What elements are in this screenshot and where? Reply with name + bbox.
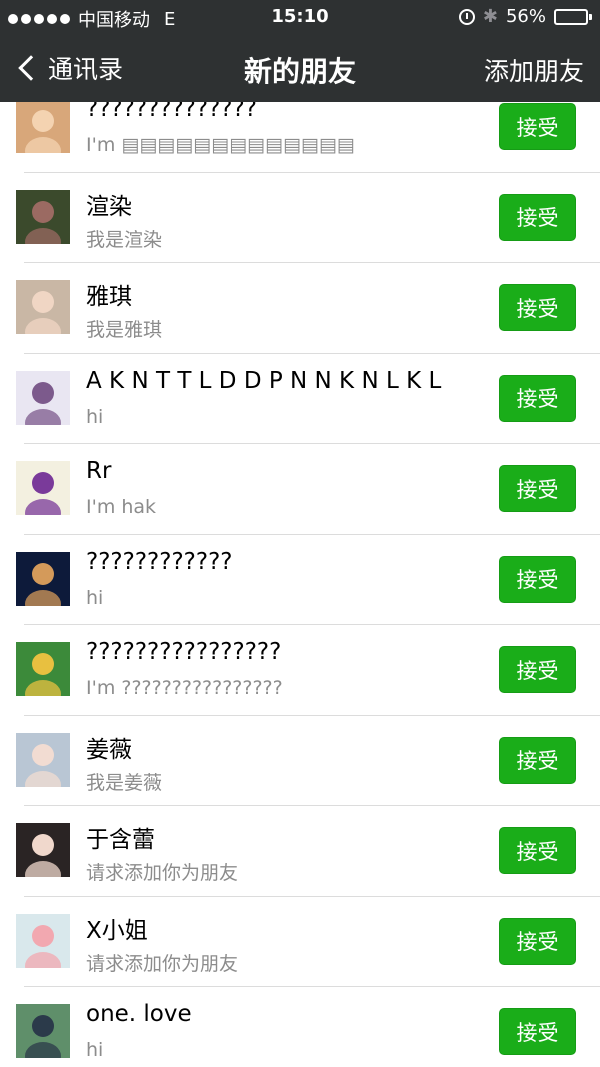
avatar[interactable] bbox=[16, 823, 70, 877]
friend-name: 渲染 bbox=[86, 193, 132, 220]
friend-name: Rr bbox=[86, 458, 112, 484]
request-message: I'm ???????????????? bbox=[86, 677, 283, 699]
friend-request-row[interactable]: X小姐请求添加你为朋友 接受 bbox=[0, 897, 600, 988]
nav-bar: 通讯录 新的朋友 添加朋友 bbox=[0, 34, 600, 102]
avatar[interactable] bbox=[16, 461, 70, 515]
avatar[interactable] bbox=[16, 913, 70, 968]
friend-request-row[interactable]: 于含蕾请求添加你为朋友 接受 bbox=[0, 806, 600, 897]
request-message: 我是雅琪 bbox=[86, 319, 163, 341]
request-message: I'm ▤▤▤▤▤▤▤▤▤▤▤▤▤ bbox=[86, 134, 355, 156]
request-message: hi bbox=[86, 1039, 104, 1061]
list-content: ?????????????? I'm ▤▤▤▤▤▤▤▤▤▤▤▤▤ 接受 渲染 我是渲染接… bbox=[0, 102, 600, 1067]
request-message: hi bbox=[86, 586, 104, 609]
add-friend-button[interactable]: 添加朋友 bbox=[484, 52, 584, 88]
request-message: 我是姜薇 bbox=[86, 771, 163, 794]
friend-request-row[interactable]: 姜薇我是姜薇 接受 bbox=[0, 716, 600, 807]
accept-button[interactable]: 接受 bbox=[499, 284, 576, 331]
status-bar: 中国移动 E 15:10 ✱ 56% bbox=[0, 0, 600, 34]
avatar[interactable] bbox=[16, 551, 70, 606]
accept-button[interactable]: 接受 bbox=[499, 917, 576, 965]
avatar[interactable] bbox=[16, 280, 70, 334]
avatar[interactable] bbox=[16, 189, 70, 244]
accept-button[interactable]: 接受 bbox=[499, 465, 576, 512]
bluetooth-icon: ✱ bbox=[482, 6, 498, 27]
friend-name: X小姐 bbox=[86, 917, 148, 944]
friend-request-row[interactable]: ?????????????? I'm ▤▤▤▤▤▤▤▤▤▤▤▤▤ 接受 bbox=[0, 102, 600, 173]
accept-button[interactable]: 接受 bbox=[499, 193, 576, 241]
avatar[interactable] bbox=[16, 1004, 70, 1058]
accept-button[interactable]: 接受 bbox=[499, 103, 576, 150]
request-message: hi bbox=[86, 405, 104, 428]
friend-request-row[interactable]: A K N T T L D D P N N K N L K L hi 接受 bbox=[0, 354, 600, 445]
request-message: I'm hak bbox=[86, 496, 157, 518]
friend-name: 姜薇 bbox=[86, 736, 132, 763]
avatar[interactable] bbox=[16, 370, 70, 425]
request-message: 我是渲染 bbox=[86, 228, 163, 251]
friend-name: one. love bbox=[86, 1001, 192, 1027]
friend-name: A K N T T L D D P N N K N L K L bbox=[86, 367, 442, 394]
friend-request-row[interactable]: one. love hi 接受 bbox=[0, 987, 600, 1067]
accept-button[interactable]: 接受 bbox=[499, 736, 576, 784]
status-right: ✱ 56% bbox=[458, 6, 592, 27]
friend-request-row[interactable]: ???????????? hi 接受 bbox=[0, 535, 600, 626]
avatar[interactable] bbox=[16, 102, 70, 153]
friend-name: ???????????? bbox=[86, 548, 233, 575]
accept-button[interactable]: 接受 bbox=[499, 827, 576, 874]
friend-name: 于含蕾 bbox=[86, 827, 155, 853]
accept-button[interactable]: 接受 bbox=[499, 555, 576, 603]
friend-request-row[interactable]: 渲染我是渲染 接受 bbox=[0, 173, 600, 264]
request-message: 请求添加你为朋友 bbox=[86, 862, 239, 884]
friend-name: 雅琪 bbox=[86, 284, 132, 310]
battery-percent: 56% bbox=[505, 6, 546, 27]
accept-button[interactable]: 接受 bbox=[499, 374, 576, 422]
new-friends-list[interactable]: ?????????????? I'm ▤▤▤▤▤▤▤▤▤▤▤▤▤ 接受 渲染 我是渲染接… bbox=[0, 102, 600, 1067]
friend-request-row[interactable]: ???????????????? I'm ???????????????? 接受 bbox=[0, 625, 600, 716]
avatar[interactable] bbox=[16, 732, 70, 787]
friend-request-row[interactable]: Rr I'm hak 接受 bbox=[0, 444, 600, 535]
friend-name: ???????????????? bbox=[86, 639, 282, 665]
battery-icon bbox=[554, 8, 592, 25]
friend-name: ?????????????? bbox=[86, 102, 257, 122]
accept-button[interactable]: 接受 bbox=[499, 1008, 576, 1055]
alarm-icon bbox=[458, 8, 475, 25]
accept-button[interactable]: 接受 bbox=[499, 646, 576, 693]
request-message: 请求添加你为朋友 bbox=[86, 952, 239, 975]
friend-request-row[interactable]: 雅琪我是雅琪 接受 bbox=[0, 263, 600, 354]
avatar[interactable] bbox=[16, 642, 70, 696]
